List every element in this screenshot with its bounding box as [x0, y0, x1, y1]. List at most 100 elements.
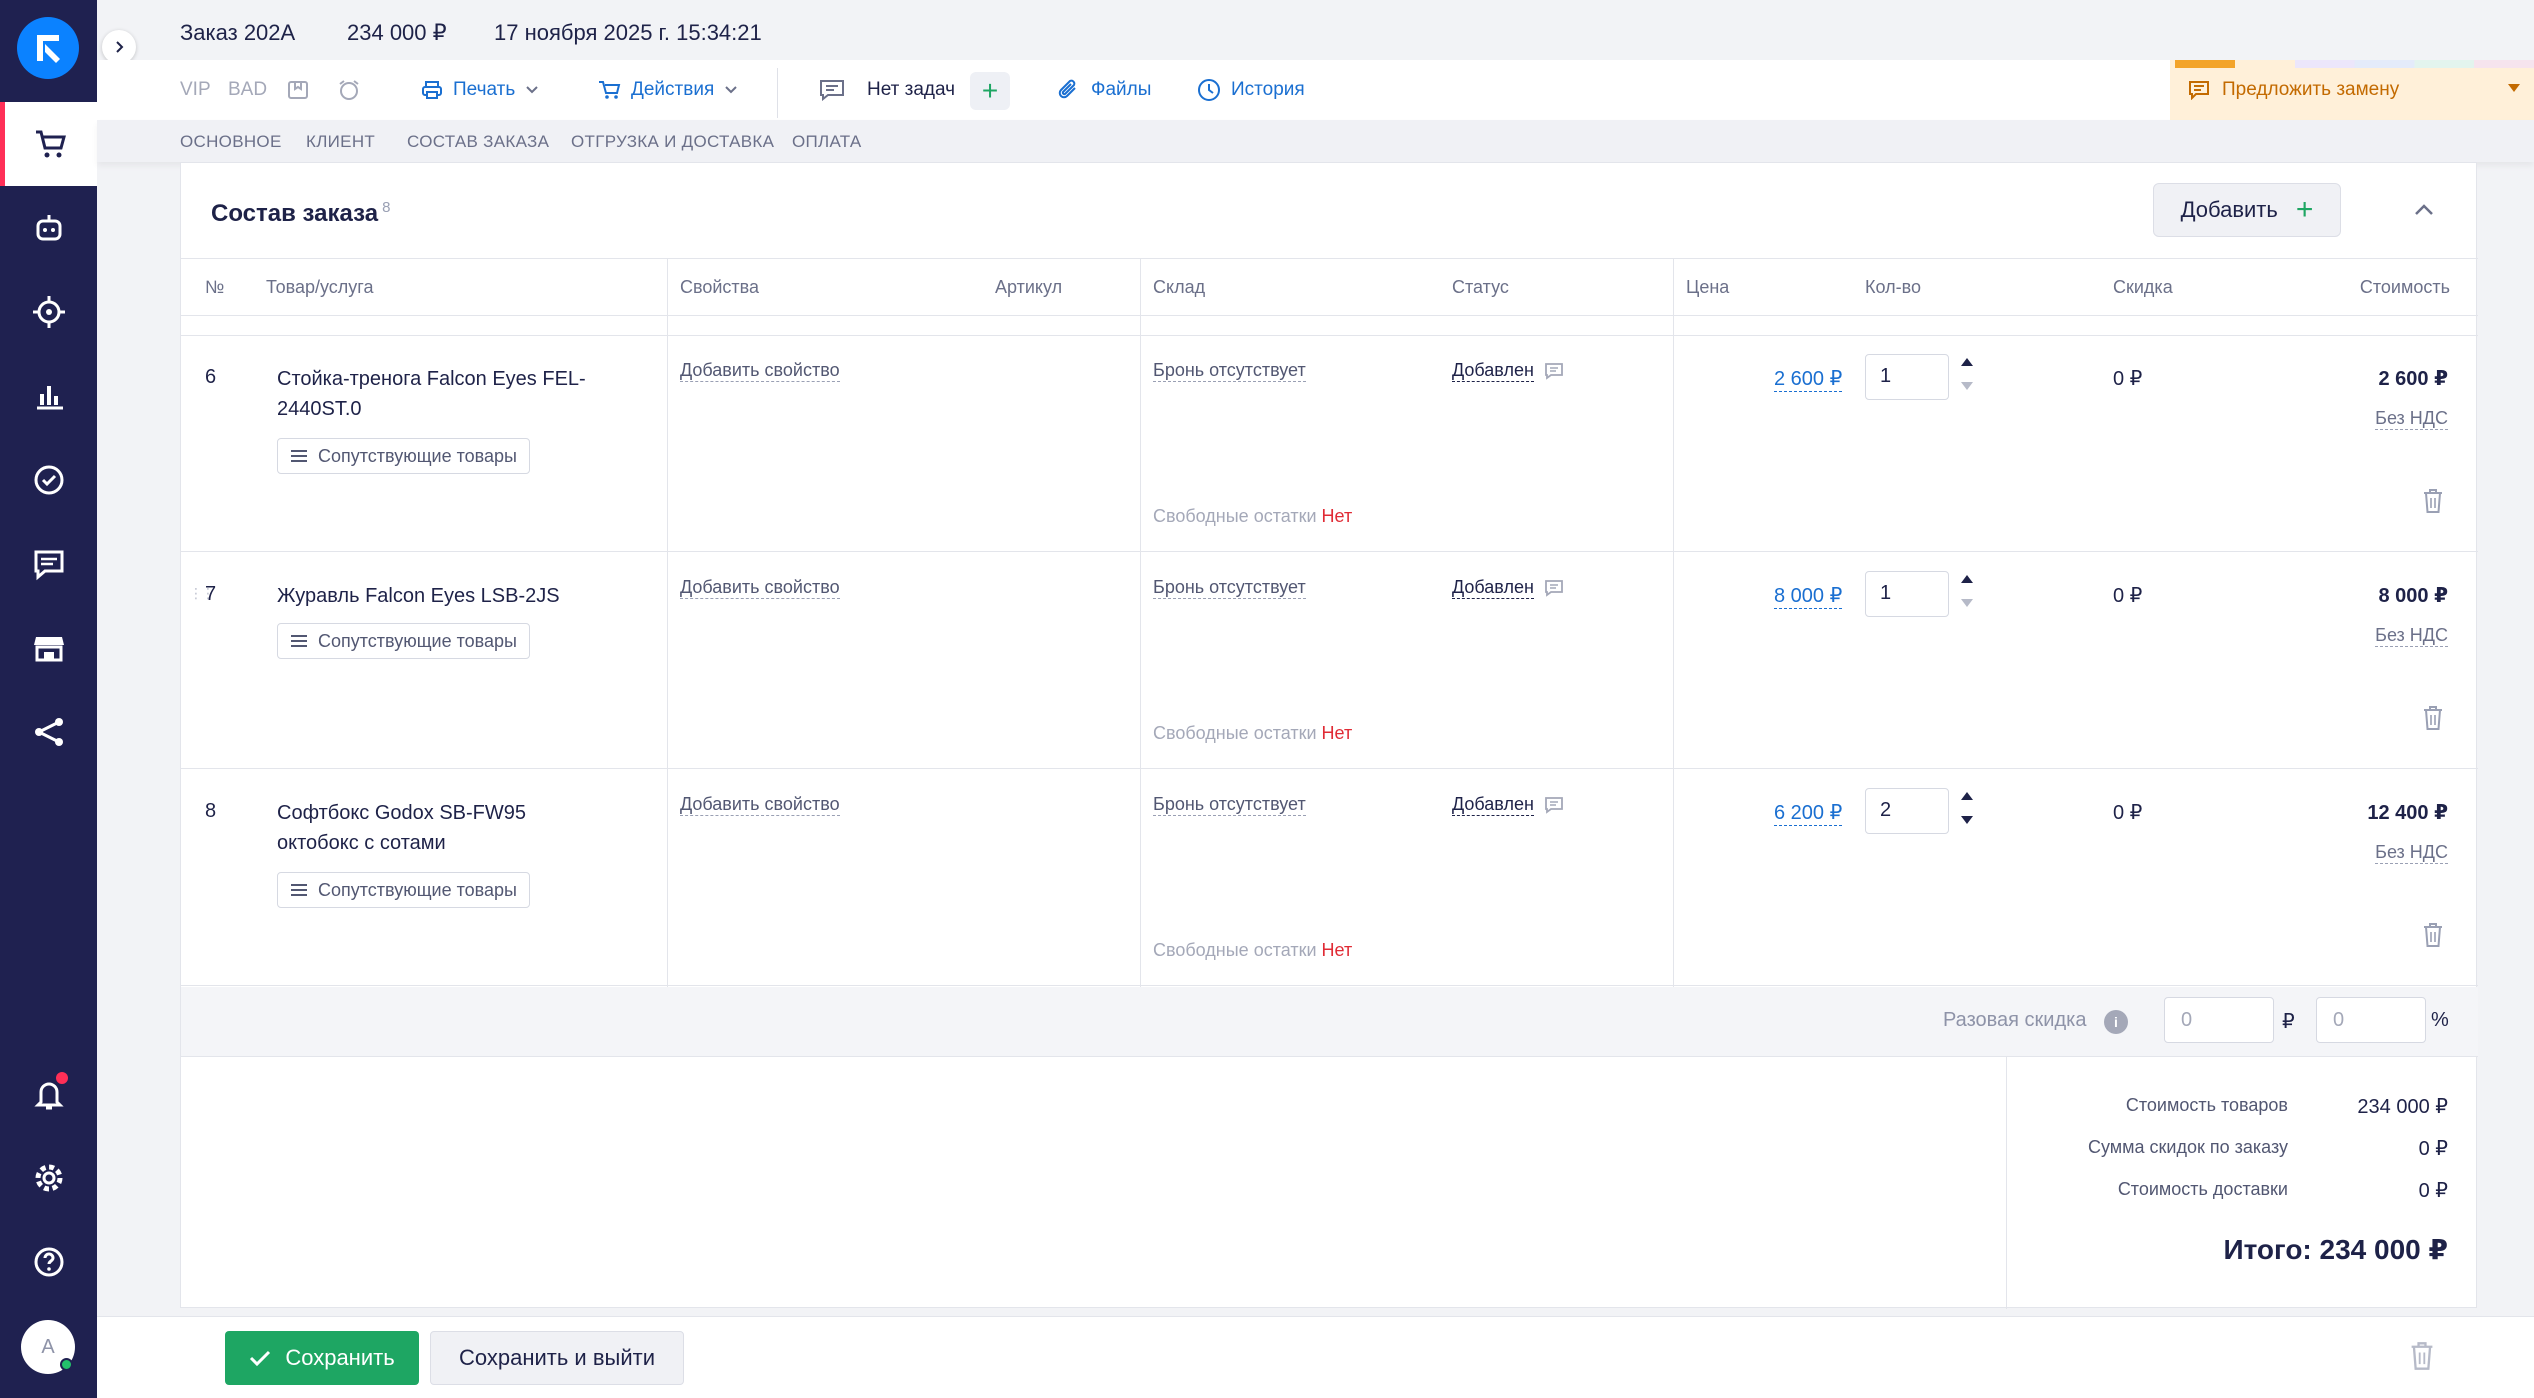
price-link[interactable]: 2 600 ₽ — [1774, 366, 1843, 392]
save-button[interactable]: Сохранить — [225, 1331, 419, 1385]
free-stock-value: Нет — [1321, 723, 1353, 743]
suggest-replacement-button[interactable]: Предложить замену — [2170, 60, 2534, 120]
free-stock: Свободные остатки Нет — [1153, 940, 1352, 961]
delivery-cost-value: 0 ₽ — [2418, 1180, 2448, 1202]
add-property-link[interactable]: Добавить свойство — [680, 577, 840, 599]
info-icon[interactable]: i — [2104, 1010, 2128, 1034]
item-status[interactable]: Добавлен — [1452, 577, 1564, 599]
chevron-up-icon[interactable] — [2413, 199, 2435, 221]
sidebar-item-integrations[interactable] — [0, 690, 97, 774]
sidebar-item-tasks[interactable] — [0, 438, 97, 522]
table-row: 6 Стойка-тренога Falcon Eyes FEL-2440ST.… — [181, 336, 2478, 552]
tasks-button[interactable]: Нет задач — [819, 60, 955, 120]
sidebar-item-target[interactable] — [0, 270, 97, 354]
sidebar-item-bots[interactable] — [0, 186, 97, 270]
decrement-icon[interactable] — [1961, 599, 1973, 607]
decrement-icon[interactable] — [1961, 816, 1973, 824]
reserve-link[interactable]: Бронь отсутствует — [1153, 577, 1306, 599]
robot-icon — [36, 215, 61, 241]
sidebar-item-analytics[interactable] — [0, 354, 97, 438]
related-products-label: Сопутствующие товары — [318, 445, 517, 466]
quantity-input[interactable]: 1 — [1865, 354, 1949, 400]
related-products-button[interactable]: Сопутствующие товары — [277, 438, 530, 474]
delivery-cost-label: Стоимость доставки — [2117, 1179, 2288, 1199]
reserve-link[interactable]: Бронь отсутствует — [1153, 794, 1306, 816]
col-qty: Кол-во — [1865, 277, 1921, 297]
tab-composition[interactable]: СОСТАВ ЗАКАЗА — [407, 132, 549, 152]
actions-button[interactable]: Действия — [597, 60, 738, 120]
price-link[interactable]: 6 200 ₽ — [1774, 800, 1843, 826]
bookmark-icon — [288, 81, 308, 99]
price-link[interactable]: 8 000 ₽ — [1774, 583, 1843, 609]
item-status[interactable]: Добавлен — [1452, 794, 1564, 816]
print-button[interactable]: Печать — [421, 60, 539, 120]
increment-icon[interactable] — [1961, 792, 1973, 800]
quantity-input[interactable]: 1 — [1865, 571, 1949, 617]
order-date: 17 ноября 2025 г. 15:34:21 — [494, 20, 762, 45]
tab-client[interactable]: КЛИЕНТ — [306, 132, 375, 152]
store-icon — [33, 637, 64, 662]
decrement-icon[interactable] — [1961, 382, 1973, 390]
related-products-label: Сопутствующие товары — [318, 630, 517, 651]
order-toolbar: VIP BAD Печать Действия Нет задач + Файл… — [97, 60, 2534, 120]
files-button[interactable]: Файлы — [1057, 60, 1151, 120]
add-property-link[interactable]: Добавить свойство — [680, 360, 840, 382]
add-task-button[interactable]: + — [970, 72, 1010, 110]
marker-toggle[interactable] — [287, 60, 309, 120]
list-icon — [291, 884, 307, 896]
quantity-input[interactable]: 2 — [1865, 788, 1949, 834]
add-item-button[interactable]: Добавить + — [2153, 183, 2341, 237]
col-price: Цена — [1686, 277, 1730, 297]
sidebar-item-notifications[interactable] — [0, 1052, 97, 1136]
save-and-exit-button[interactable]: Сохранить и выйти — [430, 1331, 684, 1385]
sidebar-item-store[interactable] — [0, 606, 97, 690]
online-status-dot — [60, 1358, 73, 1371]
vat-link[interactable]: Без НДС — [2375, 408, 2448, 430]
vat-link[interactable]: Без НДС — [2375, 842, 2448, 864]
related-products-button[interactable]: Сопутствующие товары — [277, 623, 530, 659]
item-status[interactable]: Добавлен — [1452, 360, 1564, 382]
discount-percent-input[interactable]: 0 — [2316, 997, 2426, 1043]
trash-icon[interactable] — [2422, 922, 2444, 948]
product-name[interactable]: Журавль Falcon Eyes LSB-2JS — [277, 581, 607, 611]
app-logo[interactable] — [17, 17, 79, 79]
vat-link[interactable]: Без НДС — [2375, 625, 2448, 647]
product-name[interactable]: Стойка-тренога Falcon Eyes FEL-2440ST.0 — [277, 364, 607, 424]
sidebar-item-chats[interactable] — [0, 522, 97, 606]
add-property-link[interactable]: Добавить свойство — [680, 794, 840, 816]
tab-shipping[interactable]: ОТГРУЗКА И ДОСТАВКА — [571, 132, 774, 152]
sidebar-toggle-button[interactable] — [102, 30, 136, 64]
vip-toggle[interactable]: VIP — [180, 60, 211, 120]
col-props: Свойства — [680, 277, 760, 297]
status-stripe-group — [2295, 60, 2534, 68]
section-title-text: Состав заказа — [211, 200, 379, 227]
order-header: Заказ 202А 234 000 ₽ 17 ноября 2025 г. 1… — [97, 0, 2534, 60]
item-status-label: Добавлен — [1452, 794, 1534, 816]
related-products-button[interactable]: Сопутствующие товары — [277, 872, 530, 908]
printer-icon — [422, 81, 442, 99]
sidebar-item-help[interactable] — [0, 1220, 97, 1304]
reserve-link[interactable]: Бронь отсутствует — [1153, 360, 1306, 382]
discount-value: 0 ₽ — [2113, 368, 2143, 390]
trash-icon[interactable] — [2422, 488, 2444, 514]
col-no: № — [205, 277, 225, 297]
tab-payment[interactable]: ОПЛАТА — [792, 132, 862, 152]
status-stripe — [2175, 60, 2235, 68]
comment-icon — [820, 80, 844, 101]
trash-icon[interactable] — [2422, 705, 2444, 731]
tab-main[interactable]: ОСНОВНОЕ — [180, 132, 282, 152]
history-button[interactable]: История — [1197, 60, 1305, 120]
sidebar-item-settings[interactable] — [0, 1136, 97, 1220]
free-stock: Свободные остатки Нет — [1153, 723, 1352, 744]
trash-icon[interactable] — [2409, 1341, 2435, 1371]
discount-amount-input[interactable]: 0 — [2164, 997, 2274, 1043]
product-name[interactable]: Софтбокс Godox SB-FW95 октобокс с сотами — [277, 798, 607, 858]
increment-icon[interactable] — [1961, 358, 1973, 366]
increment-icon[interactable] — [1961, 575, 1973, 583]
section-tabs: ОСНОВНОЕ КЛИЕНТ СОСТАВ ЗАКАЗА ОТГРУЗКА И… — [97, 120, 2534, 162]
related-products-label: Сопутствующие товары — [318, 879, 517, 900]
list-icon — [291, 450, 307, 462]
sidebar-item-orders[interactable] — [0, 102, 97, 186]
call-toggle[interactable] — [337, 60, 361, 120]
bad-toggle[interactable]: BAD — [228, 60, 267, 120]
